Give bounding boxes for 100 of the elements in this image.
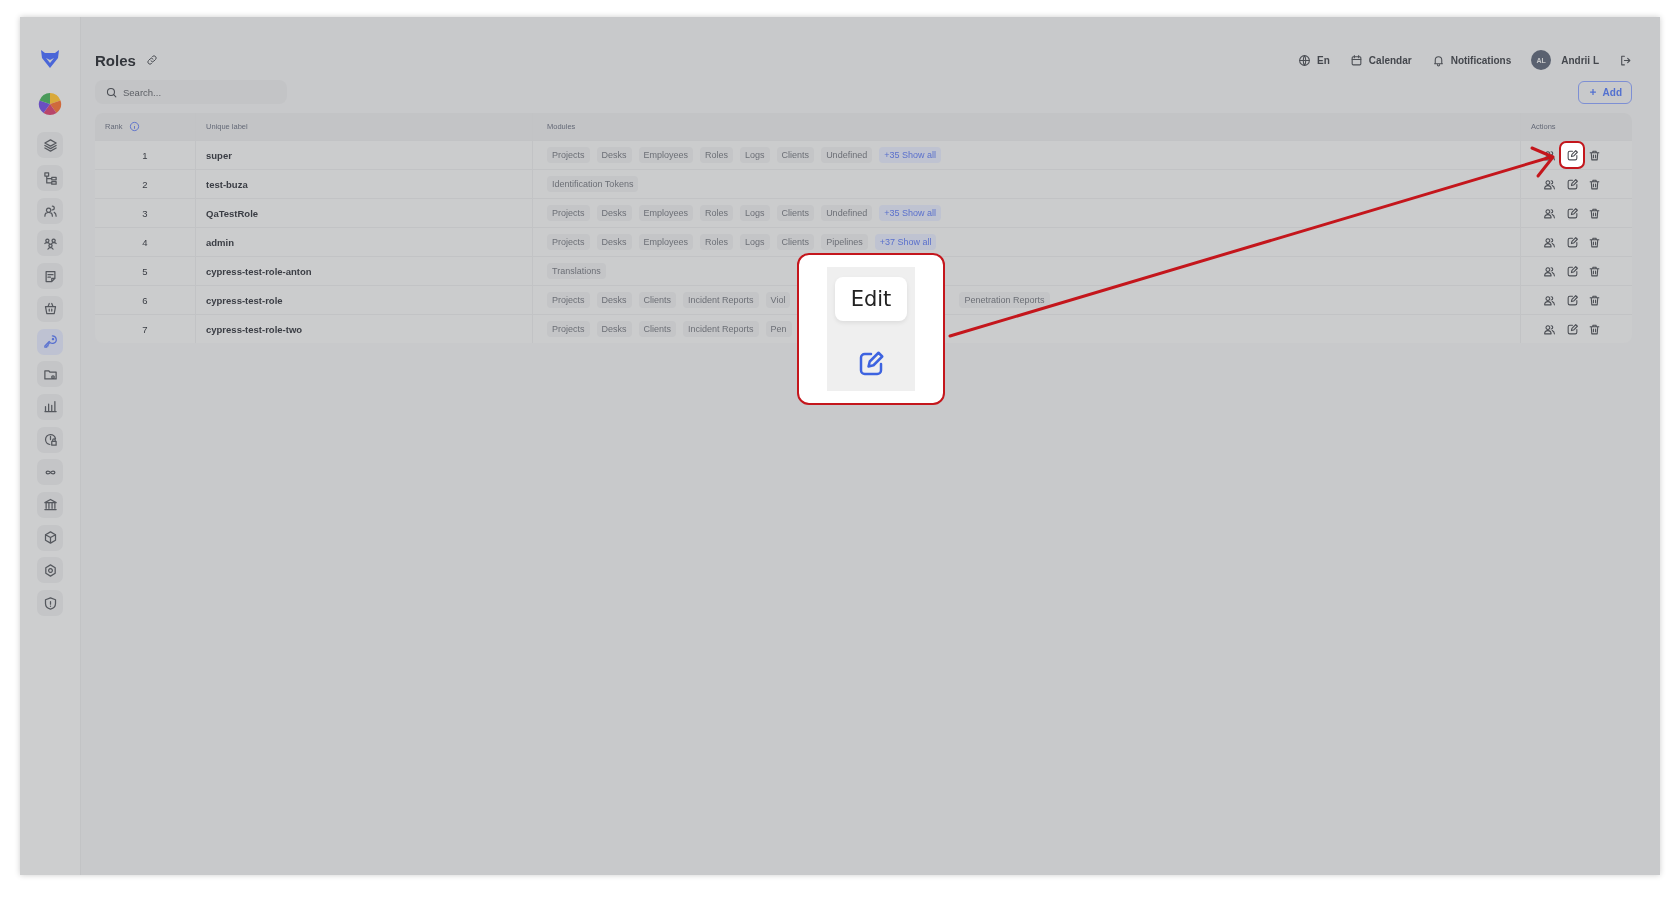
module-tag: Desks bbox=[596, 205, 632, 221]
module-tag: Desks bbox=[596, 234, 632, 250]
rank-cell: 7 bbox=[142, 323, 148, 335]
module-tag: Identification Tokens bbox=[547, 176, 639, 192]
module-tag: Roles bbox=[700, 234, 734, 250]
cube-nav-item[interactable] bbox=[37, 524, 63, 551]
bell-icon bbox=[1431, 53, 1445, 67]
users-icon bbox=[42, 203, 58, 219]
basket-nav-item[interactable] bbox=[37, 295, 63, 322]
edit-icon bbox=[1565, 206, 1579, 220]
infinity-nav-item[interactable] bbox=[37, 459, 63, 486]
module-tag: Employees bbox=[638, 234, 694, 250]
module-tag: Desks bbox=[596, 292, 632, 308]
users-icon[interactable] bbox=[1543, 177, 1556, 191]
plus-icon bbox=[1587, 87, 1598, 97]
logout-icon[interactable] bbox=[1619, 53, 1632, 67]
trash-icon[interactable] bbox=[1588, 235, 1601, 249]
bank-nav-item[interactable] bbox=[37, 491, 63, 518]
note-nav-item[interactable] bbox=[37, 263, 63, 290]
module-tag: Translations bbox=[547, 263, 606, 279]
module-tag: Clients bbox=[776, 234, 815, 250]
module-tag: Logs bbox=[740, 234, 770, 250]
role-label: admin bbox=[206, 236, 234, 248]
edit-tooltip: Edit bbox=[834, 277, 908, 321]
rank-cell: 6 bbox=[142, 294, 148, 306]
trash-icon[interactable] bbox=[1588, 206, 1601, 220]
module-tag: Desks bbox=[596, 321, 632, 337]
users-icon[interactable] bbox=[1543, 293, 1556, 307]
trash-icon[interactable] bbox=[1588, 293, 1601, 307]
role-label: super bbox=[206, 149, 232, 161]
users-icon[interactable] bbox=[1543, 322, 1556, 336]
rank-cell: 2 bbox=[142, 178, 148, 190]
chart-icon bbox=[42, 399, 58, 415]
module-tag: Roles bbox=[700, 147, 734, 163]
lock-icon bbox=[42, 432, 58, 448]
edit-button[interactable] bbox=[1561, 143, 1583, 167]
trash-icon[interactable] bbox=[1588, 264, 1601, 278]
module-tag: Undefined bbox=[821, 205, 873, 221]
key-nav-item[interactable] bbox=[37, 328, 63, 355]
rank-cell: 5 bbox=[142, 265, 148, 277]
hierarchy-nav-item[interactable] bbox=[37, 165, 63, 192]
module-tag: Clients bbox=[638, 292, 677, 308]
module-tag: Pipelines bbox=[821, 234, 868, 250]
cube-icon bbox=[42, 530, 58, 546]
settings-nav-item[interactable] bbox=[37, 557, 63, 584]
module-tag: Incident Reports bbox=[683, 321, 759, 337]
edit-icon bbox=[1565, 322, 1579, 336]
lock-nav-item[interactable] bbox=[37, 426, 63, 453]
page-title: Roles bbox=[95, 51, 136, 69]
link-icon[interactable] bbox=[145, 54, 158, 66]
module-tag: Clients bbox=[776, 147, 815, 163]
module-tag: Employees bbox=[638, 205, 694, 221]
module-tag: Undefined bbox=[821, 147, 873, 163]
calendar-link[interactable]: Calendar bbox=[1349, 53, 1412, 67]
bank-icon bbox=[42, 497, 58, 513]
edit-icon bbox=[1565, 235, 1579, 249]
module-tag: Penetration Reports bbox=[959, 292, 1050, 308]
rank-cell: 3 bbox=[142, 207, 148, 219]
users-icon[interactable] bbox=[1543, 264, 1556, 278]
language-switcher[interactable]: En bbox=[1298, 53, 1330, 67]
role-label: test-buza bbox=[206, 178, 248, 190]
edit-icon bbox=[1565, 293, 1579, 307]
trash-icon[interactable] bbox=[1588, 148, 1601, 162]
color-wheel-icon[interactable] bbox=[38, 91, 62, 116]
module-tag: Logs bbox=[740, 147, 770, 163]
role-label: cypress-test-role bbox=[206, 294, 283, 306]
notifications-link[interactable]: Notifications bbox=[1431, 53, 1512, 67]
search-field[interactable]: Search... bbox=[95, 80, 287, 104]
shield-icon bbox=[42, 595, 58, 611]
module-tag: Desks bbox=[596, 147, 632, 163]
edit-icon bbox=[1565, 177, 1579, 191]
users-icon[interactable] bbox=[1543, 148, 1556, 162]
users-icon[interactable] bbox=[1543, 235, 1556, 249]
users-nav-item[interactable] bbox=[37, 197, 63, 224]
role-label: cypress-test-role-two bbox=[206, 323, 303, 335]
trash-icon[interactable] bbox=[1588, 177, 1601, 191]
module-tag: Roles bbox=[700, 205, 734, 221]
role-label: QaTestRole bbox=[206, 207, 259, 219]
trash-icon[interactable] bbox=[1588, 322, 1601, 336]
module-tag: Clients bbox=[638, 321, 677, 337]
module-tag: Clients bbox=[776, 205, 815, 221]
key-icon bbox=[42, 334, 58, 349]
shield-nav-item[interactable] bbox=[37, 590, 63, 616]
chart-nav-item[interactable] bbox=[37, 393, 63, 420]
hierarchy-icon bbox=[42, 170, 58, 186]
module-tag: Projects bbox=[547, 234, 590, 250]
group-icon bbox=[42, 235, 58, 251]
role-label: cypress-test-role-anton bbox=[206, 265, 312, 277]
calendar-icon bbox=[1349, 53, 1363, 67]
basket-icon bbox=[42, 301, 58, 317]
users-icon[interactable] bbox=[1543, 206, 1556, 220]
rank-cell: 1 bbox=[142, 149, 148, 161]
module-tag: Projects bbox=[547, 205, 590, 221]
module-tag: Logs bbox=[740, 205, 770, 221]
folder-nav-item[interactable] bbox=[37, 361, 63, 388]
group-nav-item[interactable] bbox=[37, 230, 63, 257]
note-icon bbox=[42, 268, 58, 284]
edit-icon bbox=[1565, 148, 1579, 162]
settings-icon bbox=[42, 562, 58, 578]
layers-nav-item[interactable] bbox=[37, 132, 63, 159]
